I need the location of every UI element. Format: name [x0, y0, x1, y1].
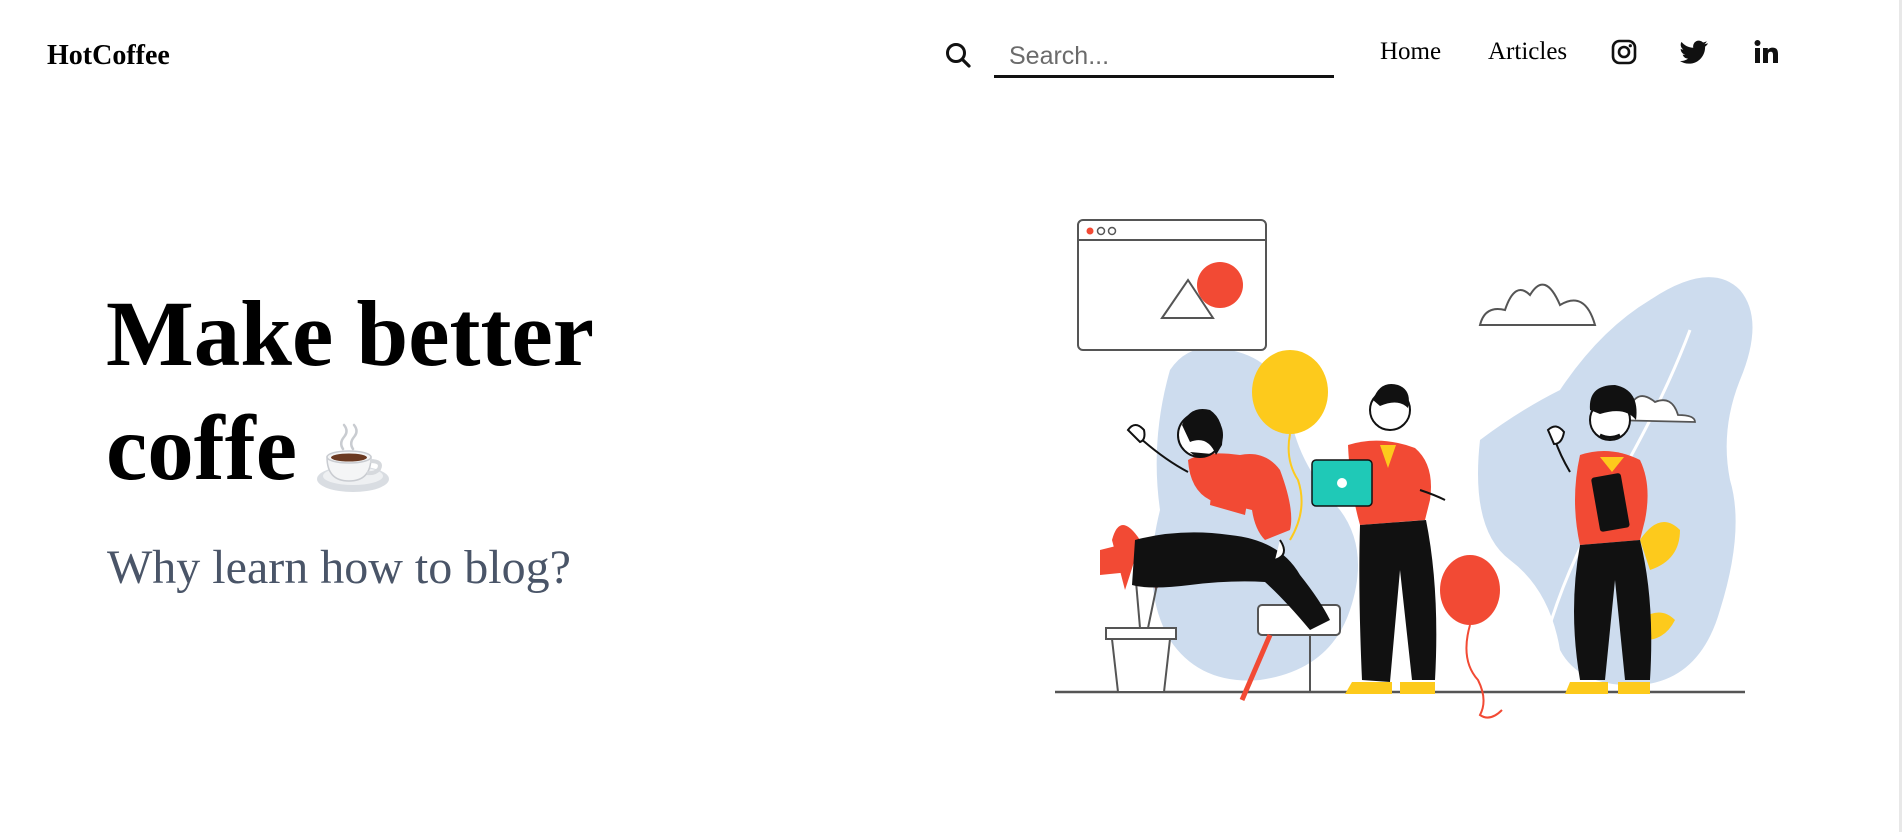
site-header: HotCoffee Home Articles [0, 0, 1902, 110]
search-icon[interactable] [944, 41, 972, 69]
instagram-icon[interactable] [1610, 38, 1638, 66]
search-input[interactable] [994, 38, 1334, 78]
nav-home-link[interactable]: Home [1380, 38, 1441, 66]
nav-articles-link[interactable]: Articles [1488, 38, 1567, 66]
hero-title: Make better coffe [106, 278, 806, 506]
hero-title-line-2-wrap: coffe [106, 392, 806, 506]
hero-subtitle: Why learn how to blog? [107, 541, 571, 594]
page: HotCoffee Home Articles [0, 0, 1902, 832]
linkedin-icon[interactable] [1752, 38, 1780, 66]
hero-title-line-2: coffe [106, 397, 297, 500]
hero-title-line-1: Make better [106, 283, 595, 386]
brand-logo[interactable]: HotCoffee [47, 40, 170, 72]
hot-coffee-icon [313, 412, 393, 492]
twitter-icon[interactable] [1680, 38, 1708, 66]
team-collaboration-illustration [1055, 219, 1753, 719]
